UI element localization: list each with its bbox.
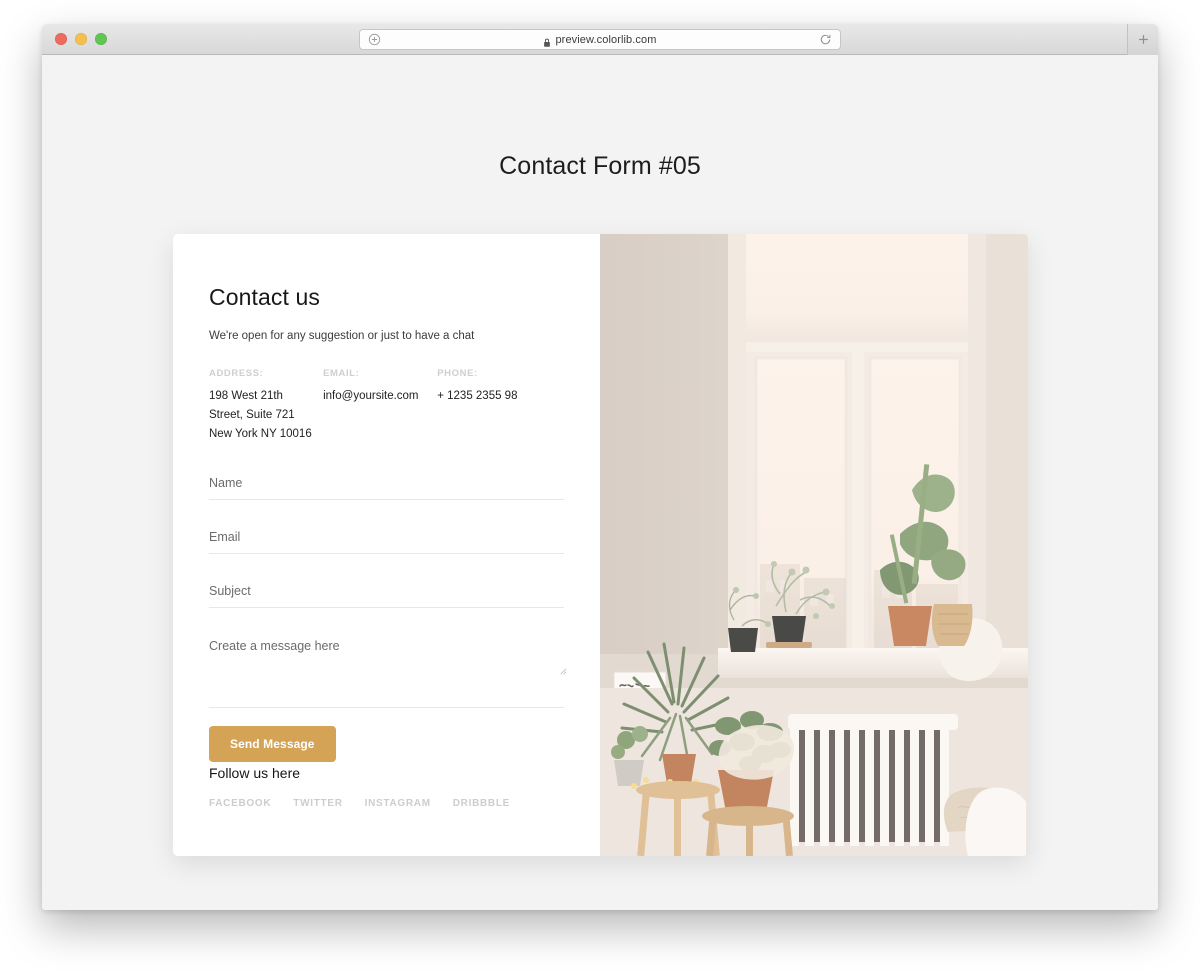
window-controls — [55, 33, 107, 45]
detail-value-address: 198 West 21th Street, Suite 721 New York… — [209, 390, 312, 440]
email-input[interactable] — [209, 524, 564, 554]
detail-email: EMAIL: info@yoursite.com — [323, 368, 437, 444]
subject-input[interactable] — [209, 578, 564, 608]
social-links: FACEBOOK TWITTER INSTAGRAM DRIBBBLE — [209, 798, 510, 809]
page-viewport: Contact Form #05 Contact us We're open f… — [42, 55, 1158, 910]
url-text: preview.colorlib.com — [555, 33, 657, 46]
follow-section: Follow us here FACEBOOK TWITTER INSTAGRA… — [209, 765, 510, 809]
contact-photo — [600, 234, 1028, 856]
name-input[interactable] — [209, 470, 564, 500]
minimize-window-button[interactable] — [75, 33, 87, 45]
add-circle-icon[interactable] — [368, 33, 381, 46]
zoom-window-button[interactable] — [95, 33, 107, 45]
detail-label-address: ADDRESS: — [209, 368, 264, 379]
detail-phone: PHONE: + 1235 2355 98 — [437, 368, 564, 444]
social-link-facebook[interactable]: FACEBOOK — [209, 798, 271, 809]
lock-icon — [543, 35, 551, 47]
form-subtitle: We're open for any suggestion or just to… — [209, 330, 475, 342]
detail-label-email: EMAIL: — [323, 368, 360, 379]
send-message-button[interactable]: Send Message — [209, 726, 336, 762]
room-photo-illustration — [600, 234, 1028, 856]
new-tab-button[interactable] — [1127, 24, 1158, 55]
address-bar-content: preview.colorlib.com — [543, 33, 657, 47]
message-textarea[interactable] — [209, 632, 564, 708]
reload-icon[interactable] — [819, 33, 832, 46]
contact-details: ADDRESS: 198 West 21th Street, Suite 721… — [209, 368, 564, 444]
browser-titlebar: preview.colorlib.com — [42, 24, 1158, 55]
textarea-resize-handle[interactable] — [558, 662, 567, 675]
detail-value-email[interactable]: info@yoursite.com — [323, 387, 437, 406]
social-link-dribbble[interactable]: DRIBBBLE — [453, 798, 510, 809]
form-heading: Contact us — [209, 284, 320, 310]
browser-window: preview.colorlib.com Contact Form #05 Co… — [42, 24, 1158, 910]
follow-heading: Follow us here — [209, 765, 301, 781]
address-bar[interactable]: preview.colorlib.com — [359, 29, 841, 50]
detail-label-phone: PHONE: — [437, 368, 478, 379]
contact-card: Contact us We're open for any suggestion… — [173, 234, 1028, 856]
contact-form-pane: Contact us We're open for any suggestion… — [173, 234, 600, 856]
form-fields — [209, 470, 564, 708]
detail-address: ADDRESS: 198 West 21th Street, Suite 721… — [209, 368, 323, 444]
close-window-button[interactable] — [55, 33, 67, 45]
detail-value-phone[interactable]: + 1235 2355 98 — [437, 387, 564, 406]
page-title: Contact Form #05 — [499, 152, 701, 180]
social-link-instagram[interactable]: INSTAGRAM — [365, 798, 431, 809]
social-link-twitter[interactable]: TWITTER — [293, 798, 342, 809]
